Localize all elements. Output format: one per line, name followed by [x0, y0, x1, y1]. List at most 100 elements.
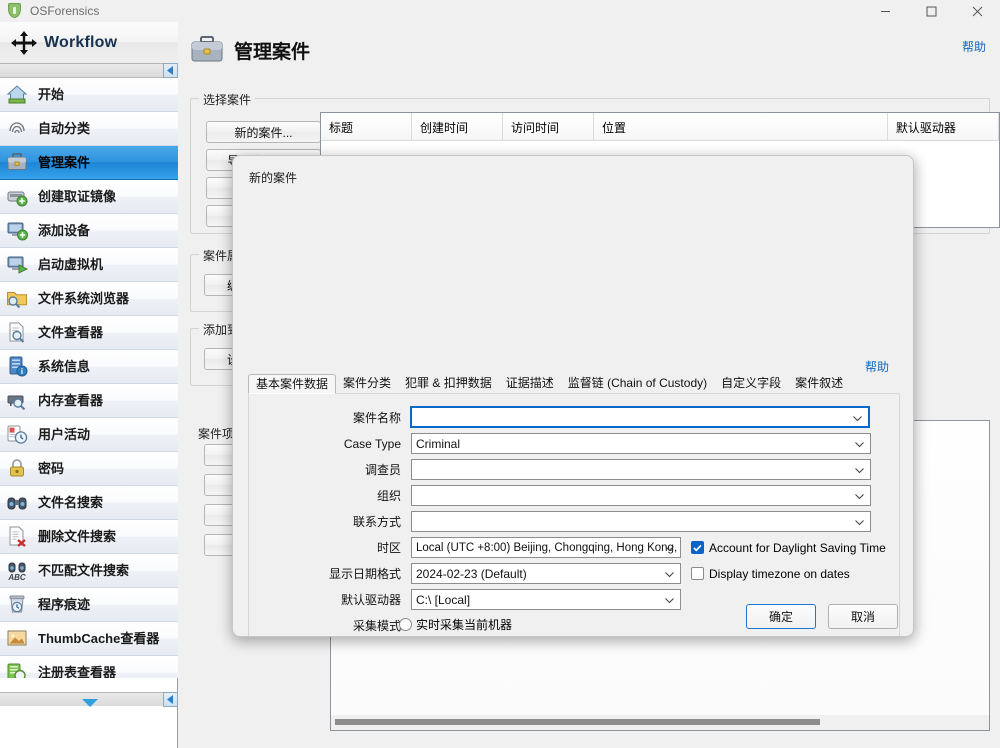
- field-row-case-name: 案件名称: [323, 406, 870, 428]
- dialog-help-link[interactable]: 帮助: [865, 358, 889, 375]
- sidebar-item-9[interactable]: i 系统信息: [0, 350, 178, 384]
- sidebar-item-14[interactable]: 删除文件搜索: [0, 520, 178, 554]
- sidebar-item-3[interactable]: 管理案件: [0, 146, 178, 180]
- monitor-add-icon: [6, 219, 30, 243]
- select-case-group-legend: 选择案件: [199, 91, 256, 108]
- chevron-down-icon[interactable]: [855, 460, 864, 481]
- case-table-header-cell[interactable]: 访问时间: [503, 113, 595, 140]
- field-row-contact: 联系方式: [323, 511, 871, 532]
- sidebar-item-label: 自动分类: [38, 121, 91, 136]
- new-case-dialog: 新的案件 帮助 基本案件数据 案件分类 犯罪 & 扣押数据 证据描述 监督链 (Chai…: [232, 155, 914, 637]
- chevron-down-icon[interactable]: [665, 590, 674, 611]
- chevron-down-icon[interactable]: [855, 434, 864, 455]
- sidebar-item-17[interactable]: ThumbCache查看器: [0, 622, 178, 656]
- dialog-tab-5[interactable]: 监督链 (Chain of Custody): [561, 374, 714, 394]
- cancel-button[interactable]: 取消: [828, 604, 898, 629]
- sidebar-item-label: 密码: [38, 461, 65, 476]
- ok-button[interactable]: 确定: [746, 604, 816, 629]
- date-format-select[interactable]: 2024-02-23 (Default): [411, 563, 681, 584]
- case-items-hscroll[interactable]: [331, 715, 989, 730]
- sidebar-item-4[interactable]: 创建取证镜像: [0, 180, 178, 214]
- sidebar-item-label: 管理案件: [38, 155, 91, 170]
- dialog-tab-2[interactable]: 案件分类: [336, 374, 398, 394]
- case-name-input[interactable]: [410, 406, 870, 428]
- chevron-down-icon[interactable]: [665, 564, 674, 585]
- sidebar-item-2[interactable]: 自动分类: [0, 112, 178, 146]
- chevron-down-icon[interactable]: [665, 538, 674, 557]
- sidebar-item-label: 启动虚拟机: [38, 257, 104, 272]
- main-help-link[interactable]: 帮助: [962, 38, 986, 55]
- new-case-button[interactable]: 新的案件...: [206, 121, 321, 143]
- acquisition-radio-remote[interactable]: [399, 636, 412, 637]
- investigator-input[interactable]: [411, 459, 871, 480]
- sidebar-scroll-up[interactable]: [0, 63, 178, 78]
- dialog-tab-7[interactable]: 案件叙述: [788, 374, 850, 394]
- sidebar-item-label: 文件系统浏览器: [38, 291, 130, 306]
- dst-checkbox[interactable]: [691, 541, 704, 554]
- display-timezone-checkbox-row[interactable]: Display timezone on dates: [691, 567, 850, 581]
- sidebar-item-5[interactable]: 添加设备: [0, 214, 178, 248]
- sidebar-item-8[interactable]: 文件查看器: [0, 316, 178, 350]
- case-table-header-cell[interactable]: 默认驱动器: [888, 113, 1000, 140]
- collapse-left-icon[interactable]: [163, 63, 178, 78]
- collapse-left-icon-bottom[interactable]: [163, 692, 178, 707]
- scroll-down-icon: [82, 696, 98, 710]
- sidebar-item-label: 开始: [38, 87, 65, 102]
- dialog-tab-3[interactable]: 犯罪 & 扣押数据: [398, 374, 499, 394]
- sidebar-item-13[interactable]: 文件名搜索: [0, 486, 178, 520]
- picture-icon: [6, 627, 30, 651]
- sidebar-item-18[interactable]: 注册表查看器: [0, 656, 178, 678]
- sidebar-item-label: 不匹配文件搜索: [38, 563, 130, 578]
- field-row-date-format: 显示日期格式 2024-02-23 (Default) Display time…: [323, 563, 850, 584]
- chevron-down-icon[interactable]: [855, 512, 864, 533]
- close-icon[interactable]: [954, 0, 1000, 22]
- case-table-header-cell[interactable]: 创建时间: [412, 113, 504, 140]
- case-type-select[interactable]: Criminal: [411, 433, 871, 454]
- sidebar-item-1[interactable]: 开始: [0, 78, 178, 112]
- sidebar-item-15[interactable]: ABC 不匹配文件搜索: [0, 554, 178, 588]
- acquisition-radio-live[interactable]: [399, 618, 412, 631]
- sidebar-item-6[interactable]: 启动虚拟机: [0, 248, 178, 282]
- fingerprint-icon: [6, 117, 30, 141]
- dialog-title: 新的案件: [249, 171, 298, 185]
- dst-checkbox-row[interactable]: Account for Daylight Saving Time: [691, 541, 886, 555]
- sidebar: Workflow 开始自动分类管理案件创建取证镜像 添加设备启动虚拟机文件系统浏览…: [0, 22, 178, 748]
- sidebar-item-11[interactable]: 用户活动: [0, 418, 178, 452]
- investigator-label: 调查员: [364, 463, 401, 477]
- sidebar-item-label: 文件名搜索: [38, 495, 104, 510]
- sidebar-item-7[interactable]: 文件系统浏览器: [0, 282, 178, 316]
- chevron-down-icon[interactable]: [855, 486, 864, 507]
- case-table-header-cell[interactable]: 位置: [594, 113, 888, 140]
- display-timezone-checkbox[interactable]: [691, 567, 704, 580]
- acquisition-option-remote-label: 对另外一台机器上的磁盘进行调查: [416, 634, 596, 636]
- default-drive-select[interactable]: C:\ [Local]: [411, 589, 681, 610]
- maximize-icon[interactable]: [908, 0, 954, 22]
- sidebar-item-16[interactable]: 程序痕迹: [0, 588, 178, 622]
- minimize-icon[interactable]: [862, 0, 908, 22]
- dialog-tab-4[interactable]: 证据描述: [499, 374, 561, 394]
- case-table-header-cell[interactable]: 标题: [321, 113, 413, 140]
- sidebar-nav-list: 开始自动分类管理案件创建取证镜像 添加设备启动虚拟机文件系统浏览器文件查看器 i 系统…: [0, 78, 178, 678]
- document-search-icon: [6, 321, 30, 345]
- sidebar-header: Workflow: [0, 22, 178, 64]
- registry-search-icon: [6, 661, 30, 678]
- acquisition-option-remote[interactable]: 对另外一台机器上的磁盘进行调查: [399, 634, 596, 637]
- acquisition-option-live[interactable]: 实时采集当前机器: [399, 616, 512, 633]
- case-items-hscroll-thumb[interactable]: [335, 719, 820, 725]
- contact-input[interactable]: [411, 511, 871, 532]
- dialog-tab-1[interactable]: 基本案件数据: [248, 374, 337, 394]
- home-icon: [6, 83, 30, 107]
- sidebar-item-12[interactable]: 密码: [0, 452, 178, 486]
- window-controls: [862, 0, 1000, 22]
- new-case-button-label: 新的案件...: [234, 125, 293, 140]
- field-row-investigator: 调查员: [323, 459, 871, 480]
- sidebar-scroll-down[interactable]: [0, 692, 178, 707]
- default-drive-label: 默认驱动器: [340, 593, 401, 607]
- sidebar-item-label: ThumbCache查看器: [38, 631, 160, 646]
- organization-input[interactable]: [411, 485, 871, 506]
- field-row-timezone: 时区 Local (UTC +8:00) Beijing, Chongqing,…: [323, 537, 886, 558]
- timezone-select[interactable]: Local (UTC +8:00) Beijing, Chongqing, Ho…: [411, 537, 681, 558]
- chevron-down-icon[interactable]: [853, 408, 862, 429]
- sidebar-item-10[interactable]: 内存查看器: [0, 384, 178, 418]
- dialog-tab-6[interactable]: 自定义字段: [714, 374, 788, 394]
